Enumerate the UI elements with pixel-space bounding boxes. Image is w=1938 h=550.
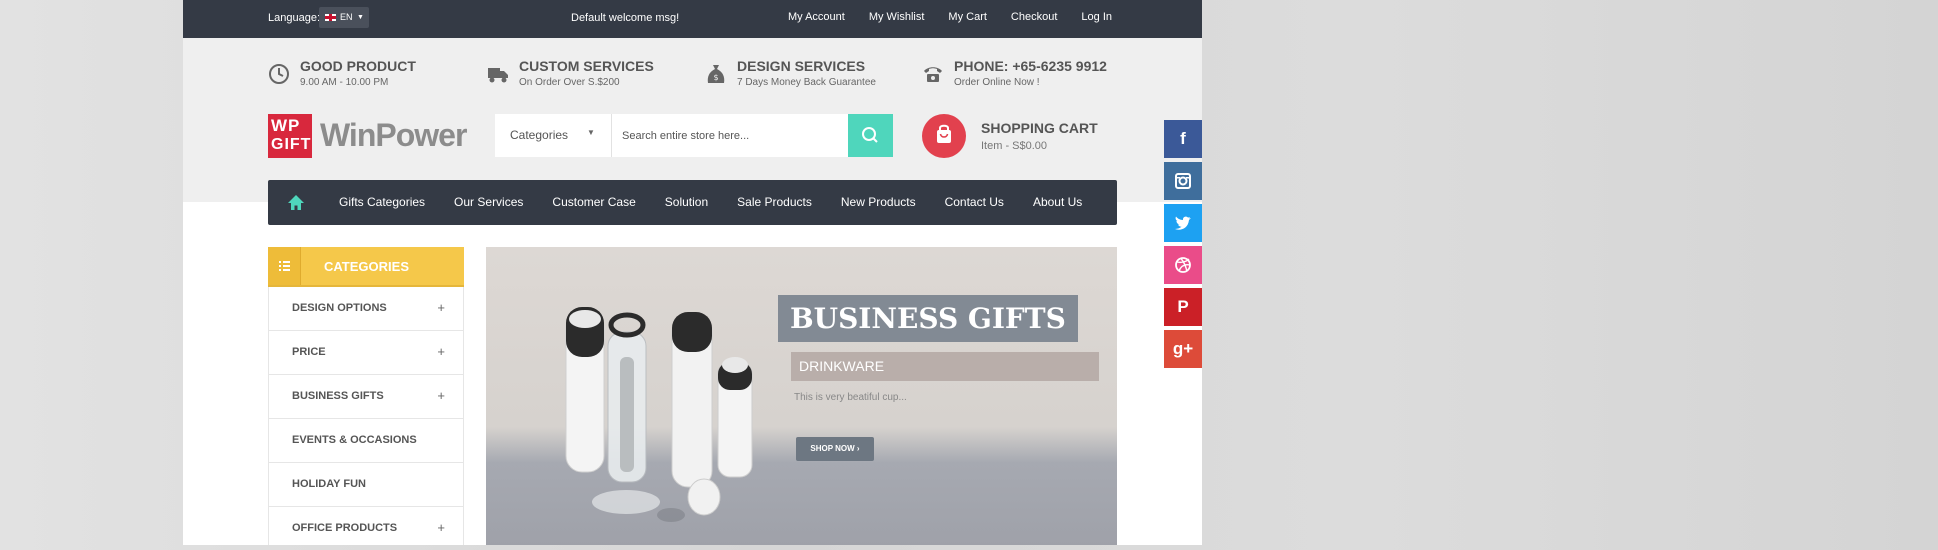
category-item-office-products[interactable]: OFFICE PRODUCTS + bbox=[269, 506, 463, 545]
phone-icon bbox=[924, 67, 942, 82]
info-subtitle: On Order Over S.$200 bbox=[519, 77, 620, 88]
logo-badge: WP GIFT bbox=[268, 114, 312, 158]
banner-description: This is very beatiful cup... bbox=[794, 392, 907, 403]
cart-title: SHOPPING CART bbox=[981, 120, 1098, 136]
dribbble-icon bbox=[1175, 257, 1191, 273]
categories-header[interactable]: CATEGORIES bbox=[268, 247, 464, 287]
google-plus-icon: g+ bbox=[1172, 339, 1194, 358]
uk-flag-icon bbox=[325, 14, 336, 21]
category-label: DESIGN OPTIONS bbox=[292, 302, 387, 314]
nav-item-sale-products[interactable]: Sale Products bbox=[737, 195, 812, 209]
social-sidebar: f P g+ bbox=[1164, 120, 1202, 372]
google-plus-button[interactable]: g+ bbox=[1164, 330, 1202, 368]
hero-banner[interactable]: BUSINESS GIFTS DRINKWARE This is very be… bbox=[486, 247, 1117, 545]
shopping-bag-icon bbox=[937, 124, 951, 143]
login-link[interactable]: Log In bbox=[1081, 11, 1112, 23]
svg-text:$: $ bbox=[713, 73, 718, 82]
nav-item-solution[interactable]: Solution bbox=[665, 195, 708, 209]
nav-item-customer-case[interactable]: Customer Case bbox=[552, 195, 635, 209]
nav-item-gifts-categories[interactable]: Gifts Categories bbox=[339, 195, 425, 209]
category-label: HOLIDAY FUN bbox=[292, 478, 366, 490]
cart-summary: Item - S$0.00 bbox=[981, 140, 1048, 152]
category-item-holiday-fun[interactable]: HOLIDAY FUN bbox=[269, 462, 463, 506]
pinterest-button[interactable]: P bbox=[1164, 288, 1202, 326]
info-title: DESIGN SERVICES bbox=[737, 58, 866, 74]
list-icon bbox=[279, 261, 290, 271]
logo-text: WinPower bbox=[320, 117, 467, 153]
my-cart-link[interactable]: My Cart bbox=[948, 11, 987, 23]
site-logo[interactable]: WP GIFT WinPower bbox=[268, 114, 468, 158]
category-label: BUSINESS GIFTS bbox=[292, 390, 384, 402]
my-wishlist-link[interactable]: My Wishlist bbox=[869, 11, 925, 23]
logo-badge-line2: GIFT bbox=[271, 136, 312, 153]
expand-icon[interactable]: + bbox=[437, 520, 445, 535]
welcome-message: Default welcome msg! bbox=[571, 12, 680, 24]
page: Language: EN ▼ Default welcome msg! My A… bbox=[183, 0, 1202, 545]
instagram-icon bbox=[1175, 173, 1191, 189]
facebook-icon: f bbox=[1180, 129, 1186, 148]
nav-item-our-services[interactable]: Our Services bbox=[454, 195, 523, 209]
language-code: EN bbox=[340, 12, 353, 22]
category-item-business-gifts[interactable]: BUSINESS GIFTS + bbox=[269, 374, 463, 418]
caret-down-icon: ▼ bbox=[587, 128, 595, 137]
info-title: PHONE: +65-6235 9912 bbox=[954, 58, 1107, 74]
category-item-events-occasions[interactable]: EVENTS & OCCASIONS bbox=[269, 418, 463, 462]
shopping-cart[interactable]: SHOPPING CART Item - S$0.00 bbox=[922, 114, 1102, 158]
twitter-button[interactable] bbox=[1164, 204, 1202, 242]
banner-title: BUSINESS GIFTS bbox=[778, 295, 1078, 342]
main-navigation: Gifts Categories Our Services Customer C… bbox=[268, 180, 1117, 225]
category-select[interactable]: Categories ▼ bbox=[495, 114, 612, 157]
twitter-icon bbox=[1175, 216, 1191, 230]
dribbble-button[interactable] bbox=[1164, 246, 1202, 284]
logo-badge-line1: WP bbox=[271, 116, 301, 135]
instagram-button[interactable] bbox=[1164, 162, 1202, 200]
home-button[interactable] bbox=[268, 180, 323, 225]
cart-icon-circle bbox=[922, 114, 966, 158]
checkout-link[interactable]: Checkout bbox=[1011, 11, 1057, 23]
search-icon bbox=[862, 127, 878, 143]
nav-item-contact-us[interactable]: Contact Us bbox=[945, 195, 1004, 209]
category-label: OFFICE PRODUCTS bbox=[292, 522, 398, 534]
expand-icon[interactable]: + bbox=[437, 388, 445, 403]
category-select-label: Categories bbox=[510, 128, 569, 142]
nav-items: Gifts Categories Our Services Customer C… bbox=[339, 195, 1111, 209]
info-subtitle: 7 Days Money Back Guarantee bbox=[737, 77, 876, 88]
nav-item-new-products[interactable]: New Products bbox=[841, 195, 916, 209]
search-button[interactable] bbox=[848, 114, 893, 157]
category-item-price[interactable]: PRICE + bbox=[269, 330, 463, 374]
nav-item-about-us[interactable]: About Us bbox=[1033, 195, 1082, 209]
truck-icon bbox=[488, 68, 508, 83]
caret-down-icon: ▼ bbox=[357, 14, 364, 21]
facebook-button[interactable]: f bbox=[1164, 120, 1202, 158]
categories-title: CATEGORIES bbox=[324, 259, 409, 274]
home-icon bbox=[288, 195, 304, 210]
info-title: CUSTOM SERVICES bbox=[519, 58, 654, 74]
top-bar: Language: EN ▼ Default welcome msg! My A… bbox=[183, 0, 1202, 38]
clock-icon bbox=[269, 64, 289, 84]
info-title: GOOD PRODUCT bbox=[300, 58, 416, 74]
category-label: PRICE bbox=[292, 346, 326, 358]
expand-icon[interactable]: + bbox=[437, 344, 445, 359]
banner-subtitle: DRINKWARE bbox=[791, 352, 1099, 381]
info-subtitle: Order Online Now ! bbox=[954, 77, 1040, 88]
categories-list: DESIGN OPTIONS + PRICE + BUSINESS GIFTS … bbox=[268, 287, 464, 545]
search-bar: Categories ▼ bbox=[495, 114, 893, 157]
list-icon-box bbox=[268, 247, 301, 285]
category-label: EVENTS & OCCASIONS bbox=[292, 434, 417, 446]
top-links: My Account My Wishlist My Cart Checkout … bbox=[764, 11, 1112, 23]
category-item-design-options[interactable]: DESIGN OPTIONS + bbox=[269, 287, 463, 330]
categories-sidebar: CATEGORIES DESIGN OPTIONS + PRICE + BUSI… bbox=[268, 247, 464, 545]
shop-now-button[interactable]: SHOP NOW › bbox=[796, 437, 874, 461]
info-subtitle: 9.00 AM - 10.00 PM bbox=[300, 77, 389, 88]
money-bag-icon: $ bbox=[707, 65, 725, 83]
expand-icon[interactable]: + bbox=[437, 300, 445, 315]
search-input[interactable] bbox=[612, 114, 852, 157]
language-dropdown[interactable]: EN ▼ bbox=[319, 7, 369, 28]
pinterest-icon: P bbox=[1177, 297, 1189, 316]
language-label: Language: bbox=[268, 12, 320, 24]
my-account-link[interactable]: My Account bbox=[788, 11, 845, 23]
